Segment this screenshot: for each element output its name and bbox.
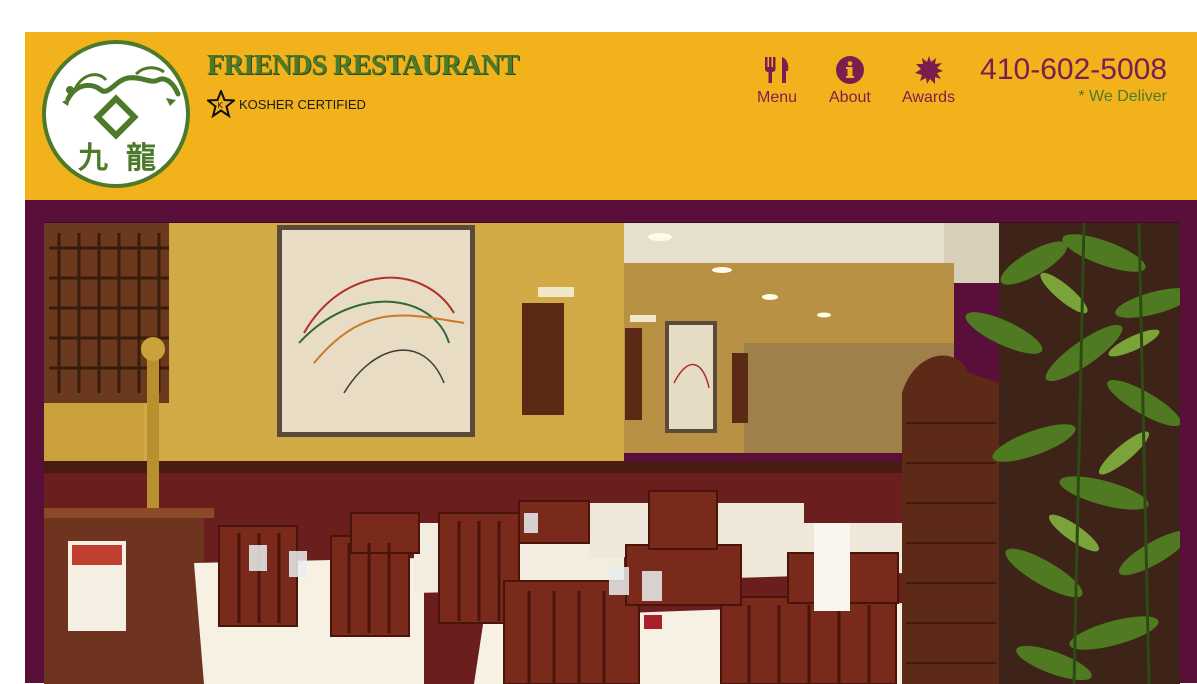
site-header: 九 龍 FRIENDS RESTAURANT K KOSHER CERTIFIE… — [25, 32, 1197, 200]
phone-number-link[interactable]: 410-602-5008 — [980, 52, 1167, 88]
delivery-note: * We Deliver — [1078, 88, 1167, 105]
nav-about[interactable]: About — [829, 54, 871, 108]
nav-about-label: About — [829, 89, 871, 106]
svg-text:九: 九 — [78, 141, 108, 176]
restaurant-logo[interactable]: 九 龍 — [42, 40, 190, 188]
nav-awards-label: Awards — [902, 89, 956, 106]
info-icon — [835, 54, 865, 86]
brand-title-block: FRIENDS RESTAURANT — [207, 50, 519, 82]
restaurant-name[interactable]: FRIENDS RESTAURANT — [207, 50, 519, 82]
restaurant-interior-image — [44, 223, 1180, 684]
nav-awards[interactable]: Awards — [902, 54, 955, 108]
award-seal-icon — [914, 54, 944, 86]
kosher-star-icon: K — [207, 90, 235, 118]
kosher-label: KOSHER CERTIFIED — [239, 96, 366, 112]
utensils-icon — [762, 54, 792, 86]
svg-text:龍: 龍 — [126, 141, 156, 176]
hero-photo — [44, 222, 1180, 684]
contact-block: 410-602-5008 * We Deliver — [980, 52, 1167, 106]
nav-menu-label: Menu — [757, 89, 798, 106]
svg-text:K: K — [218, 101, 224, 110]
nav-menu[interactable]: Menu — [757, 54, 797, 108]
dragon-logo-icon: 九 龍 — [62, 66, 181, 176]
site-wrapper: 九 龍 FRIENDS RESTAURANT K KOSHER CERTIFIE… — [25, 32, 1197, 684]
kosher-badge: K KOSHER CERTIFIED — [207, 90, 366, 118]
